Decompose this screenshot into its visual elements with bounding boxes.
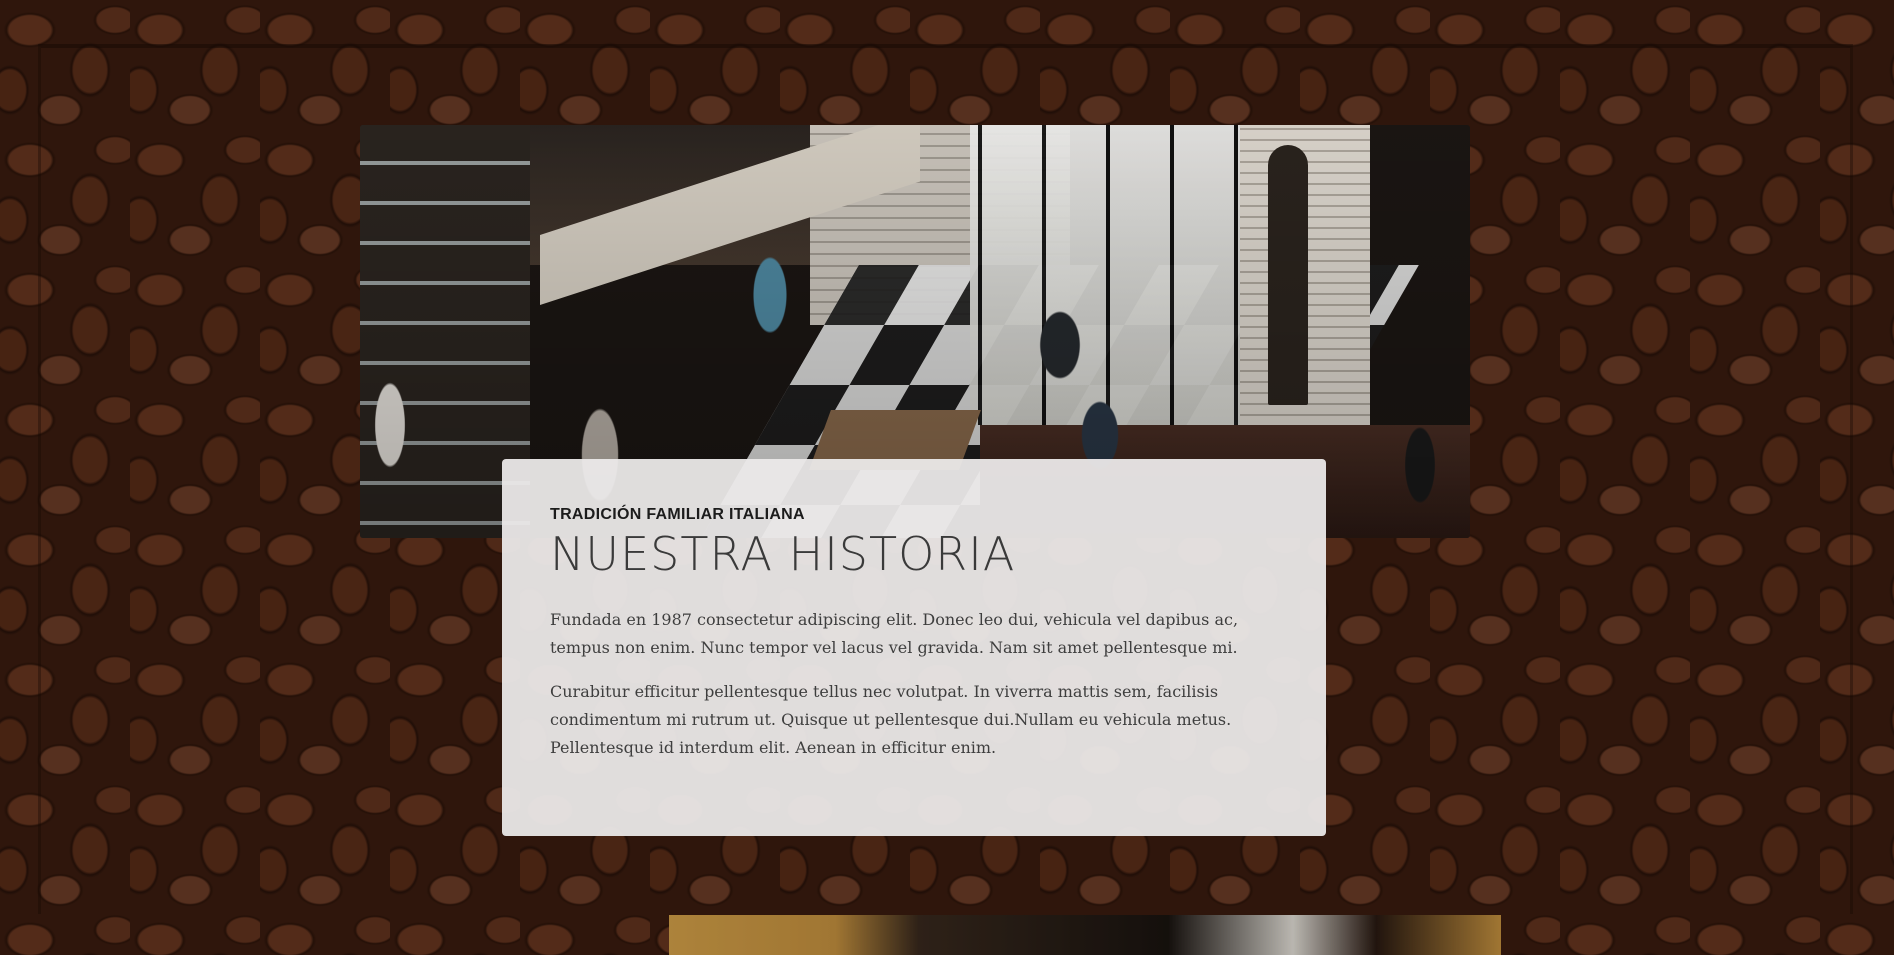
about-paragraph-2: Curabitur efficitur pellentesque tellus … <box>550 682 1232 758</box>
about-card: Tradición familiar italiana Nuestra hist… <box>502 459 1326 836</box>
section-title: Nuestra historia <box>550 527 1016 581</box>
about-paragraph-1: Fundada en 1987 consectetur adipiscing e… <box>550 610 1239 658</box>
section-eyebrow: Tradición familiar italiana <box>550 506 805 523</box>
next-section-image <box>669 915 1501 955</box>
